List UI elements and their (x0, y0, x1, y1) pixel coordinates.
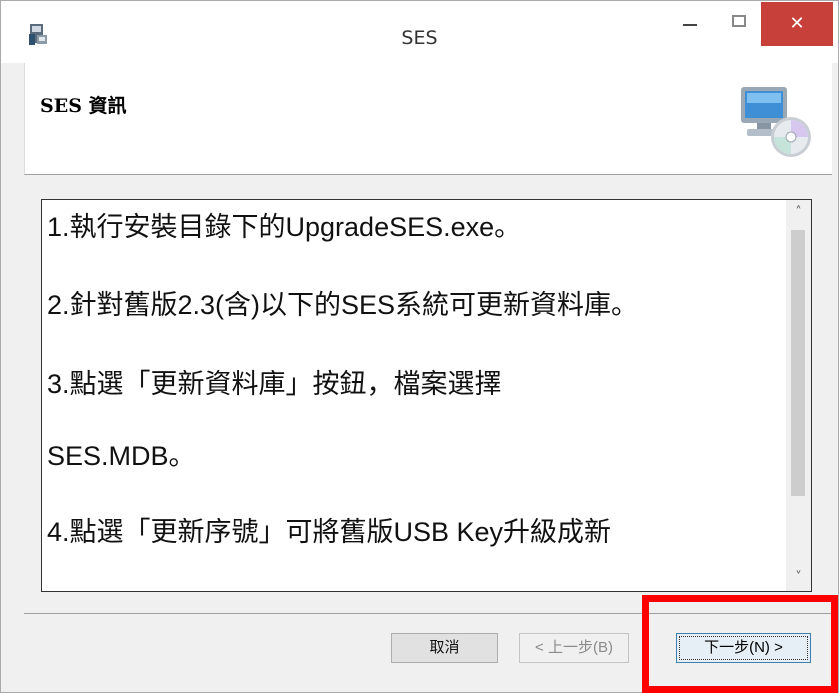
highlight-box (642, 595, 838, 693)
scroll-thumb[interactable] (791, 230, 805, 496)
scroll-up-icon[interactable]: ˄ (786, 200, 811, 226)
info-line: 3.點選「更新資料庫」按鈕，檔案選擇 (47, 369, 502, 399)
header-panel: SES 資訊 (24, 63, 832, 175)
info-line: 2.針對舊版2.3(含)以下的SES系統可更新資料庫。 (47, 290, 639, 320)
info-line: 1.執行安裝目錄下的UpgradeSES.exe。 (47, 212, 522, 242)
cancel-button[interactable]: 取消 (391, 633, 498, 663)
minimize-icon (683, 24, 697, 26)
close-button[interactable]: ✕ (761, 2, 833, 46)
maximize-icon (732, 15, 746, 27)
info-line: 4.點選「更新序號」可將舊版USB Key升級成新 (47, 517, 612, 547)
computer-cd-icon (741, 87, 811, 157)
minimize-button[interactable] (671, 2, 715, 45)
info-text-content: 1.執行安裝目錄下的UpgradeSES.exe。 2.針對舊版2.3(含)以下… (42, 200, 787, 546)
installer-window: SES ✕ SES 資訊 1.執行安裝目錄下的UpgradeSES.exe。 2… (0, 0, 839, 693)
back-button[interactable]: < 上一步(B) (519, 633, 629, 663)
title-bar: SES ✕ (1, 1, 838, 63)
info-line: SES.MDB。 (47, 441, 196, 471)
page-title: SES 資訊 (40, 95, 127, 117)
info-text-box[interactable]: 1.執行安裝目錄下的UpgradeSES.exe。 2.針對舊版2.3(含)以下… (41, 199, 812, 592)
scroll-down-icon[interactable]: ˅ (786, 565, 811, 591)
maximize-button[interactable] (723, 2, 759, 45)
vertical-scrollbar[interactable]: ˄ ˅ (786, 200, 811, 591)
close-icon: ✕ (789, 13, 805, 34)
